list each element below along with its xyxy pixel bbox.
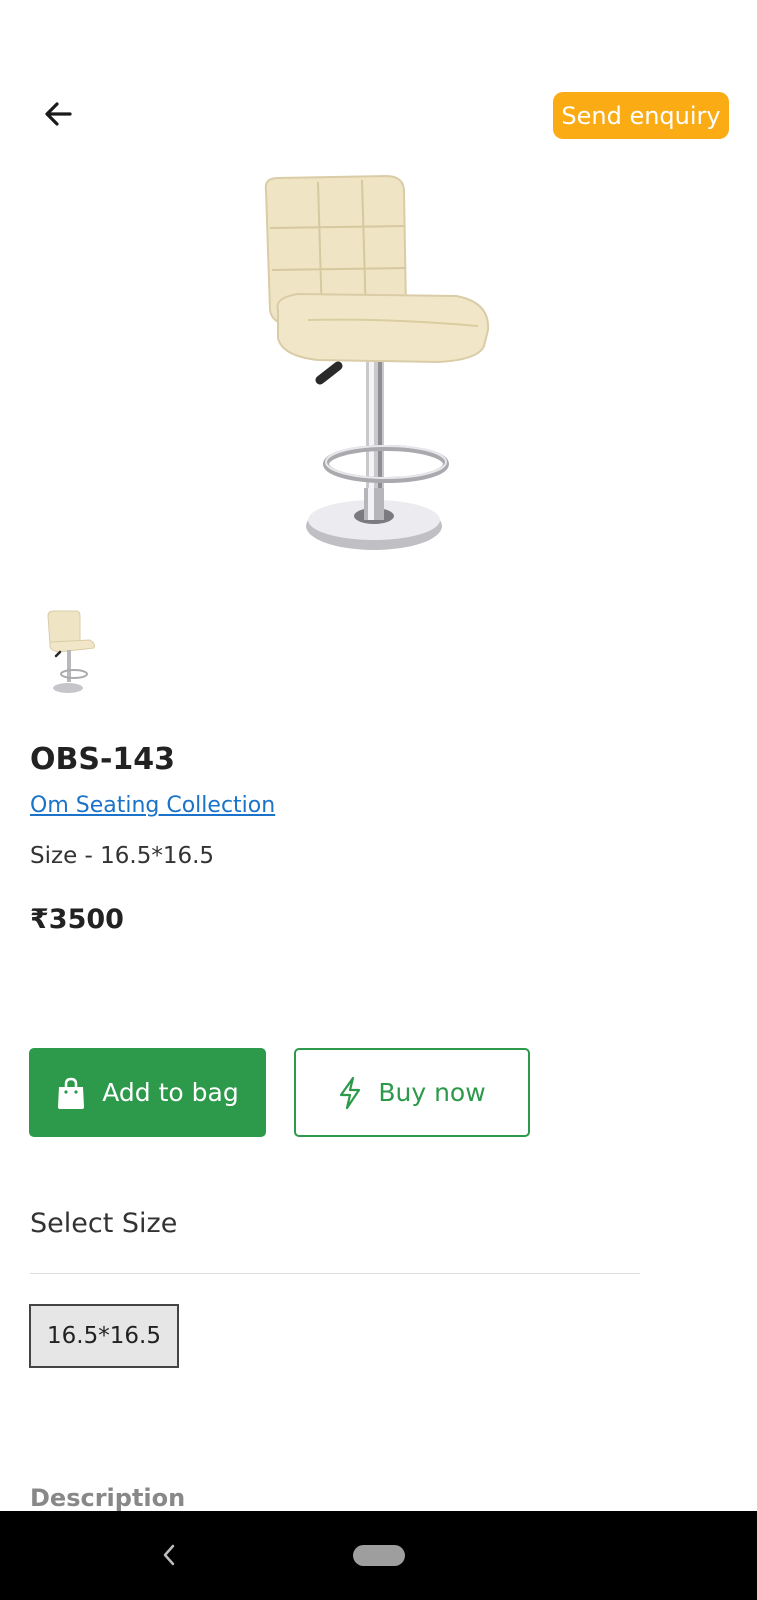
- divider: [30, 1273, 640, 1274]
- back-button[interactable]: [36, 92, 80, 136]
- description-heading: Description: [30, 1484, 186, 1512]
- product-size: Size - 16.5*16.5: [30, 843, 215, 869]
- select-size-heading: Select Size: [30, 1208, 178, 1239]
- add-to-bag-label: Add to bag: [102, 1078, 239, 1107]
- home-pill-icon[interactable]: [353, 1545, 405, 1566]
- buy-now-button[interactable]: Buy now: [294, 1048, 530, 1137]
- add-to-bag-button[interactable]: Add to bag: [29, 1048, 266, 1137]
- product-detail-screen: Send enquiry OBS-143 Om Seating Collecti…: [0, 0, 757, 1600]
- arrow-left-icon: [45, 102, 72, 126]
- send-enquiry-button[interactable]: Send enquiry: [553, 92, 729, 139]
- product-title: OBS-143: [30, 742, 176, 777]
- shopping-bag-icon: [58, 1077, 85, 1109]
- product-thumbnail[interactable]: [38, 608, 102, 696]
- collection-link[interactable]: Om Seating Collection: [30, 793, 275, 818]
- nav-back-icon: [163, 1544, 175, 1566]
- size-option[interactable]: 16.5*16.5: [29, 1304, 179, 1368]
- buy-now-label: Buy now: [378, 1078, 486, 1107]
- product-price: ₹3500: [30, 904, 124, 935]
- product-image: [264, 174, 490, 550]
- lightning-bolt-icon: [340, 1076, 361, 1109]
- nav-back-button[interactable]: [156, 1540, 182, 1570]
